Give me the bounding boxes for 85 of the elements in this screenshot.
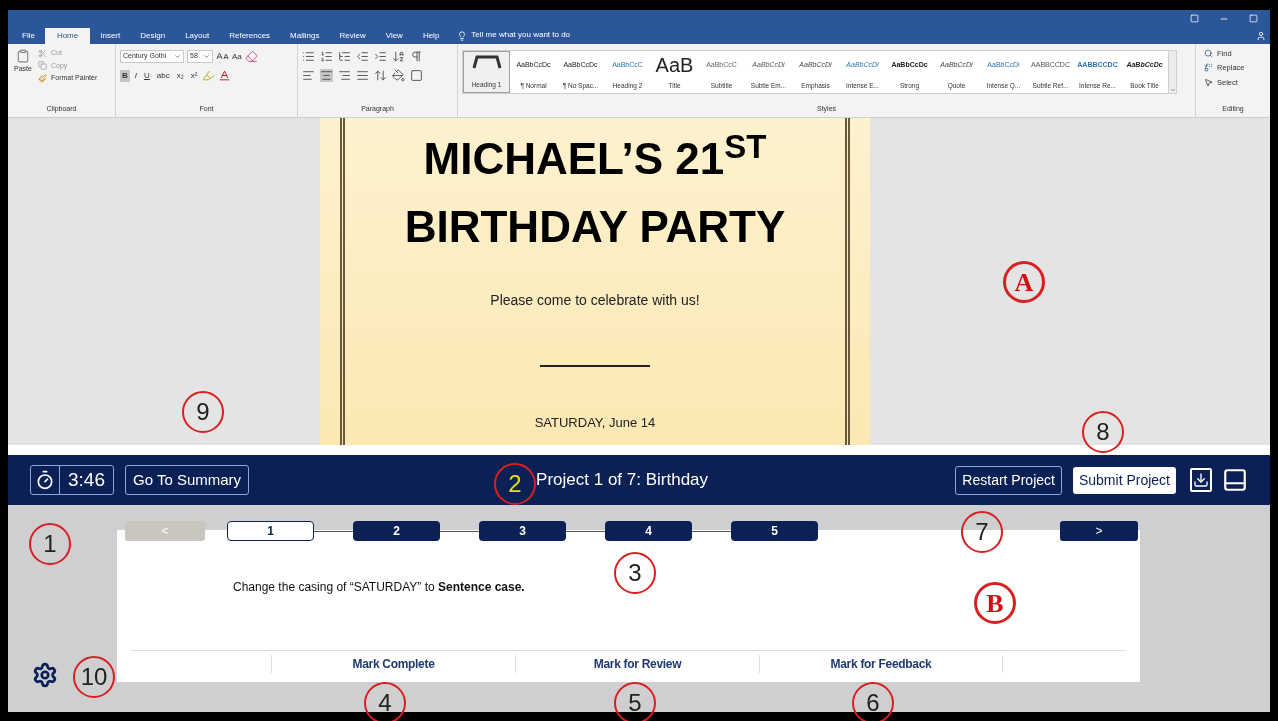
format-button[interactable]: x² — [188, 69, 200, 82]
task-instruction: Change the casing of “SATURDAY” to Sentence case. — [233, 580, 525, 594]
cut-icon — [38, 48, 47, 58]
sort-icon[interactable] — [392, 50, 405, 63]
restart-project-button[interactable]: Restart Project — [955, 465, 1062, 495]
ribbon-tab[interactable]: Design — [130, 28, 176, 44]
task-step-tab[interactable]: 4 — [605, 521, 692, 541]
account-icon[interactable] — [1256, 31, 1266, 41]
annotation-callout: A — [1003, 261, 1045, 303]
next-task-button[interactable]: > — [1060, 521, 1138, 541]
document-title: MICHAEL’S 21$^{ST}$ — [423, 132, 767, 185]
increase-indent-icon[interactable] — [374, 50, 387, 63]
format-button[interactable]: B — [120, 69, 130, 82]
gallery-scrollbar[interactable] — [1168, 51, 1176, 93]
mark-task-link[interactable]: Mark for Review — [593, 654, 682, 673]
decrease-indent-icon[interactable] — [356, 50, 369, 63]
lightbulb-icon — [457, 31, 468, 41]
multilevel-list-icon[interactable] — [338, 50, 351, 63]
task-step-tab[interactable]: 3 — [479, 521, 566, 541]
annotation-callout: 6 — [852, 682, 894, 721]
annotation-callout: 2 — [494, 463, 536, 505]
align-icon[interactable] — [320, 69, 333, 82]
format-button[interactable]: U — [142, 69, 152, 82]
timer: 3:46 — [30, 465, 114, 495]
annotation-callout: 5 — [614, 682, 656, 721]
ribbon-tab[interactable]: Review — [329, 28, 376, 44]
annotation-callout: 1 — [29, 523, 71, 565]
mark-task-link[interactable]: Mark for Feedback — [830, 654, 932, 673]
ribbon-display-icon[interactable] — [1190, 14, 1199, 23]
format-button[interactable]: I — [132, 69, 139, 82]
ribbon-tab[interactable]: References — [219, 28, 281, 44]
dropdown-icon — [203, 53, 210, 60]
annotation-callout: 7 — [961, 511, 1003, 553]
task-step-tab[interactable]: 1 — [227, 521, 314, 541]
format-button[interactable]: x₂ — [174, 69, 186, 82]
ribbon-tab[interactable]: Mailings — [280, 28, 330, 44]
download-icon[interactable] — [1190, 468, 1212, 492]
task-step-tab[interactable]: 5 — [731, 521, 818, 541]
font-color-icon[interactable] — [218, 69, 232, 82]
annotation-callout: 3 — [614, 552, 656, 594]
mark-task-link[interactable]: Mark Complete — [352, 654, 435, 673]
annotation-callout: 10 — [73, 656, 115, 698]
copy-icon — [38, 61, 47, 71]
submit-project-button[interactable]: Submit Project — [1072, 466, 1176, 494]
date-text: SATURDAY, June 14 — [534, 414, 656, 432]
ribbon-tab[interactable]: Layout — [175, 28, 220, 44]
align-icon[interactable] — [338, 69, 351, 82]
ribbon-tab[interactable]: File — [12, 28, 45, 44]
pointer-icon — [1204, 77, 1213, 87]
tell-me-field[interactable]: Tell me what you want to do — [471, 29, 571, 41]
invitation-text: Please come to celebrate with us! — [490, 291, 700, 310]
panel-icon[interactable] — [1222, 467, 1248, 493]
stopwatch-icon — [35, 470, 55, 490]
pilcrow-icon[interactable] — [410, 50, 423, 63]
dropdown-icon — [174, 53, 181, 60]
annotation-callout: 8 — [1082, 411, 1124, 453]
settings-icon[interactable] — [32, 662, 58, 688]
change-case-button[interactable]: Aa — [232, 50, 242, 63]
clipboard-icon — [16, 48, 30, 64]
ribbon-tab[interactable]: Insert — [90, 28, 131, 44]
paintbrush-icon — [38, 73, 47, 83]
annotation-callout: B — [974, 582, 1016, 624]
project-title: Project 1 of 7: Birthday — [536, 469, 709, 492]
clear-formatting-icon[interactable] — [244, 50, 258, 63]
borders-icon[interactable] — [410, 69, 423, 82]
align-icon[interactable] — [356, 69, 369, 82]
restore-icon[interactable] — [1249, 14, 1258, 23]
search-icon — [1204, 49, 1213, 59]
ribbon-tab[interactable]: View — [375, 28, 413, 44]
document-title: BIRTHDAY PARTY — [404, 201, 786, 253]
heading-style-icon — [471, 54, 502, 70]
annotation-callout: 9 — [182, 391, 224, 433]
shading-icon[interactable] — [392, 69, 405, 82]
line-spacing-icon[interactable] — [374, 69, 387, 82]
go-to-summary-button[interactable]: Go To Summary — [125, 465, 250, 495]
format-button[interactable]: abc — [154, 69, 172, 82]
bullets-icon[interactable] — [302, 50, 315, 63]
align-icon[interactable] — [302, 69, 315, 82]
task-step-tab[interactable]: 2 — [353, 521, 440, 541]
numbering-icon[interactable] — [320, 50, 333, 63]
annotation-callout: 4 — [364, 682, 406, 721]
ribbon-tab[interactable]: Home — [44, 28, 91, 44]
scroll-down-icon — [1169, 87, 1176, 93]
replace-icon — [1204, 63, 1213, 73]
ribbon-tab[interactable]: Help — [412, 28, 450, 44]
